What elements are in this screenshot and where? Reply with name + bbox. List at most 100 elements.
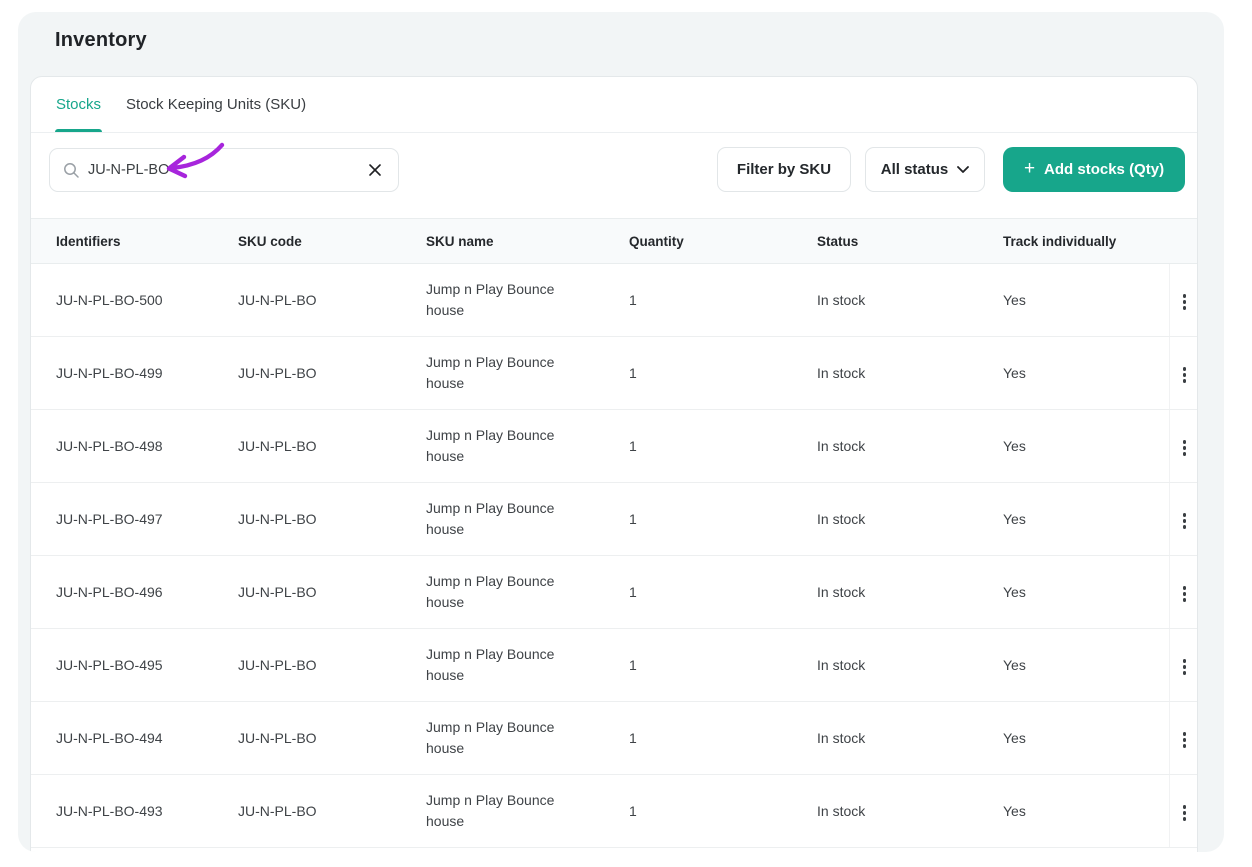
table-row: JU-N-PL-BO-499 JU-N-PL-BO Jump n Play Boun… bbox=[31, 336, 1197, 410]
cell-track-individually: Yes bbox=[1003, 482, 1169, 556]
cell-sku-code: JU-N-PL-BO bbox=[238, 482, 426, 556]
cell-track-individually: Yes bbox=[1003, 263, 1169, 337]
table-header-row: Identifiers SKU code SKU name Quantity Statu… bbox=[31, 218, 1197, 264]
stock-table-body: JU-N-PL-BO-500 JU-N-PL-BO Jump n Play Boun… bbox=[31, 263, 1197, 848]
inventory-card: Stocks Stock Keeping Units (SKU) JU-N-PL… bbox=[30, 76, 1198, 852]
filter-by-sku-button[interactable]: Filter by SKU bbox=[717, 147, 851, 192]
table-row: JU-N-PL-BO-496 JU-N-PL-BO Jump n Play Boun… bbox=[31, 555, 1197, 629]
cell-identifier: JU-N-PL-BO-499 bbox=[31, 336, 238, 410]
search-input[interactable] bbox=[88, 162, 365, 178]
kebab-menu-icon bbox=[1182, 659, 1186, 663]
clear-search-button[interactable] bbox=[365, 160, 385, 180]
kebab-menu-icon bbox=[1182, 440, 1186, 444]
tab-sku[interactable]: Stock Keeping Units (SKU) bbox=[125, 77, 307, 132]
row-menu-button[interactable] bbox=[1175, 288, 1195, 316]
add-stocks-button[interactable]: + Add stocks (Qty) bbox=[1003, 147, 1185, 192]
status-filter-dropdown[interactable]: All status bbox=[865, 147, 985, 192]
cell-sku-name: Jump n Play Bounce house bbox=[426, 336, 629, 410]
cell-identifier: JU-N-PL-BO-493 bbox=[31, 774, 238, 848]
cell-sku-code: JU-N-PL-BO bbox=[238, 336, 426, 410]
column-header-sku-name: SKU name bbox=[426, 218, 629, 264]
cell-sku-code: JU-N-PL-BO bbox=[238, 701, 426, 775]
chevron-down-icon bbox=[957, 166, 970, 173]
row-menu-button[interactable] bbox=[1175, 507, 1195, 535]
table-row: JU-N-PL-BO-493 JU-N-PL-BO Jump n Play Boun… bbox=[31, 774, 1197, 848]
cell-actions bbox=[1168, 628, 1197, 702]
cell-identifier: JU-N-PL-BO-496 bbox=[31, 555, 238, 629]
cell-sku-name: Jump n Play Bounce house bbox=[426, 482, 629, 556]
column-header-status: Status bbox=[817, 218, 1003, 264]
tab-bar: Stocks Stock Keeping Units (SKU) bbox=[31, 77, 1197, 133]
cell-quantity: 1 bbox=[629, 336, 817, 410]
cell-quantity: 1 bbox=[629, 555, 817, 629]
add-stocks-label: Add stocks (Qty) bbox=[1044, 161, 1165, 178]
cell-status: In stock bbox=[817, 774, 1003, 848]
cell-identifier: JU-N-PL-BO-495 bbox=[31, 628, 238, 702]
cell-sku-code: JU-N-PL-BO bbox=[238, 774, 426, 848]
status-filter-label: All status bbox=[880, 161, 949, 178]
kebab-menu-icon bbox=[1182, 367, 1186, 371]
close-icon bbox=[369, 164, 381, 176]
active-tab-underline bbox=[55, 129, 103, 132]
table-row: JU-N-PL-BO-497 JU-N-PL-BO Jump n Play Boun… bbox=[31, 482, 1197, 556]
column-header-track-individually: Track individually bbox=[1003, 218, 1169, 264]
cell-actions bbox=[1168, 336, 1197, 410]
stocks-table: Identifiers SKU code SKU name Quantity Statu… bbox=[31, 218, 1197, 848]
cell-actions bbox=[1168, 482, 1197, 556]
cell-track-individually: Yes bbox=[1003, 628, 1169, 702]
table-row: JU-N-PL-BO-500 JU-N-PL-BO Jump n Play Boun… bbox=[31, 263, 1197, 337]
cell-track-individually: Yes bbox=[1003, 774, 1169, 848]
cell-sku-name: Jump n Play Bounce house bbox=[426, 774, 629, 848]
cell-sku-code: JU-N-PL-BO bbox=[238, 628, 426, 702]
main-panel: Inventory Stocks Stock Keeping Units (SK… bbox=[18, 12, 1224, 852]
kebab-menu-icon bbox=[1182, 732, 1186, 736]
row-menu-button[interactable] bbox=[1175, 726, 1195, 754]
row-menu-button[interactable] bbox=[1175, 799, 1195, 827]
cell-sku-name: Jump n Play Bounce house bbox=[426, 701, 629, 775]
cell-track-individually: Yes bbox=[1003, 555, 1169, 629]
column-header-identifiers: Identifiers bbox=[31, 218, 238, 264]
row-menu-button[interactable] bbox=[1175, 580, 1195, 608]
cell-actions bbox=[1168, 409, 1197, 483]
cell-identifier: JU-N-PL-BO-500 bbox=[31, 263, 238, 337]
cell-status: In stock bbox=[817, 555, 1003, 629]
cell-sku-name: Jump n Play Bounce house bbox=[426, 409, 629, 483]
kebab-menu-icon bbox=[1182, 586, 1186, 590]
cell-actions bbox=[1168, 701, 1197, 775]
cell-sku-name: Jump n Play Bounce house bbox=[426, 555, 629, 629]
screen: Inventory Stocks Stock Keeping Units (SK… bbox=[0, 0, 1252, 867]
cell-quantity: 1 bbox=[629, 628, 817, 702]
table-row: JU-N-PL-BO-494 JU-N-PL-BO Jump n Play Boun… bbox=[31, 701, 1197, 775]
search-icon bbox=[64, 163, 79, 178]
row-menu-button[interactable] bbox=[1175, 434, 1195, 462]
cell-actions bbox=[1168, 774, 1197, 848]
cell-quantity: 1 bbox=[629, 409, 817, 483]
table-row: JU-N-PL-BO-498 JU-N-PL-BO Jump n Play Boun… bbox=[31, 409, 1197, 483]
tab-sku-label: Stock Keeping Units (SKU) bbox=[126, 96, 307, 113]
page-title: Inventory bbox=[55, 29, 147, 51]
row-menu-button[interactable] bbox=[1175, 653, 1195, 681]
plus-icon: + bbox=[1023, 157, 1036, 179]
cell-status: In stock bbox=[817, 482, 1003, 556]
cell-track-individually: Yes bbox=[1003, 409, 1169, 483]
search-box bbox=[49, 148, 399, 192]
cell-actions bbox=[1168, 555, 1197, 629]
controls-right: Filter by SKU All status + Add stocks (Q… bbox=[717, 147, 1185, 192]
cell-sku-code: JU-N-PL-BO bbox=[238, 409, 426, 483]
cell-quantity: 1 bbox=[629, 263, 817, 337]
cell-sku-name: Jump n Play Bounce house bbox=[426, 263, 629, 337]
cell-status: In stock bbox=[817, 263, 1003, 337]
column-header-quantity: Quantity bbox=[629, 218, 817, 264]
cell-identifier: JU-N-PL-BO-494 bbox=[31, 701, 238, 775]
table-header: Identifiers SKU code SKU name Quantity Statu… bbox=[31, 218, 1197, 264]
cell-sku-code: JU-N-PL-BO bbox=[238, 555, 426, 629]
row-menu-button[interactable] bbox=[1175, 361, 1195, 389]
tab-stocks-label: Stocks bbox=[56, 96, 102, 113]
tab-stocks[interactable]: Stocks bbox=[55, 77, 103, 132]
table-row: JU-N-PL-BO-495 JU-N-PL-BO Jump n Play Boun… bbox=[31, 628, 1197, 702]
cell-quantity: 1 bbox=[629, 774, 817, 848]
cell-status: In stock bbox=[817, 336, 1003, 410]
cell-status: In stock bbox=[817, 701, 1003, 775]
cell-quantity: 1 bbox=[629, 482, 817, 556]
cell-track-individually: Yes bbox=[1003, 336, 1169, 410]
